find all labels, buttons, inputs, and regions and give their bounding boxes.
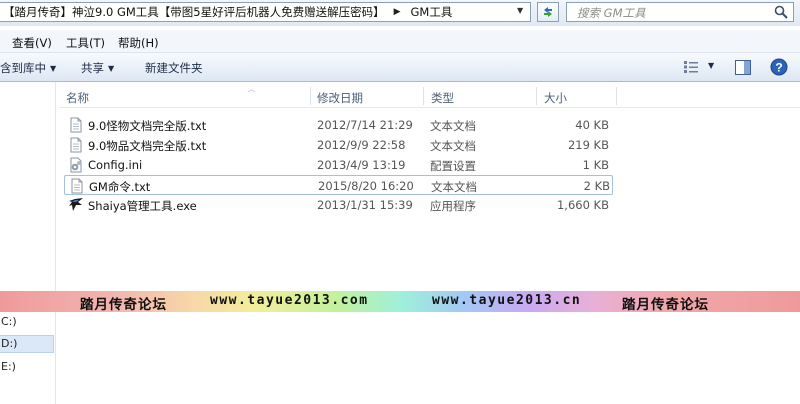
command-toolbar: 含到库中 ▼ 共享 ▼ 新建文件夹 ▼ ? [0, 53, 800, 82]
search-placeholder: 搜索 GM工具 [577, 6, 646, 20]
address-bar-area: 【踏月传奇】神泣9.0 GM工具【带图5星好评后机器人免费赠送解压密码】 ▶ G… [0, 0, 800, 26]
view-list-icon [684, 61, 698, 73]
menu-bar: 查看(V) 工具(T) 帮助(H) [0, 30, 800, 53]
address-bar[interactable]: 【踏月传奇】神泣9.0 GM工具【带图5星好评后机器人免费赠送解压密码】 ▶ G… [0, 2, 531, 22]
text-file-icon [70, 137, 82, 153]
column-divider[interactable] [310, 87, 311, 105]
file-row[interactable]: Shaiya管理工具.exe 2013/1/31 15:39 应用程序 1,66… [64, 195, 613, 215]
include-in-library-label: 含到库中 [0, 61, 46, 75]
file-name: Config.ini [88, 158, 143, 172]
preview-pane-icon [735, 59, 751, 75]
file-name: GM命令.txt [89, 180, 151, 194]
file-name: 9.0物品文档完全版.txt [88, 139, 207, 153]
drive-e[interactable]: E:) [1, 360, 16, 373]
column-name[interactable]: 名称 [66, 90, 89, 106]
column-type[interactable]: 类型 [431, 90, 454, 106]
app-icon [69, 198, 83, 211]
file-row-selected[interactable]: GM命令.txt 2015/8/20 16:20 文本文档 2 KB [64, 175, 613, 195]
file-size: 40 KB [575, 118, 609, 132]
drive-c[interactable]: C:) [1, 315, 17, 328]
column-divider[interactable] [536, 87, 537, 105]
column-header: ︿ 名称 修改日期 类型 大小 [60, 85, 800, 108]
banner-url-com: www.tayue2013.com [210, 293, 369, 308]
address-dropdown-icon[interactable]: ▼ [517, 6, 523, 15]
refresh-button[interactable] [537, 2, 559, 22]
help-button[interactable]: ? [770, 58, 788, 76]
svg-text:?: ? [775, 61, 782, 75]
column-date-modified[interactable]: 修改日期 [317, 90, 363, 106]
banner-url-cn: www.tayue2013.cn [432, 293, 582, 308]
view-options-button[interactable] [682, 58, 700, 76]
file-name: 9.0怪物文档完全版.txt [88, 119, 207, 133]
file-row[interactable]: 9.0怪物文档完全版.txt 2012/7/14 21:29 文本文档 40 K… [64, 115, 613, 135]
file-size: 219 KB [567, 138, 609, 152]
file-date: 2013/1/31 15:39 [317, 198, 413, 212]
drive-d-label: D:) [1, 337, 18, 350]
file-date: 2013/4/9 13:19 [317, 158, 406, 172]
menu-help[interactable]: 帮助(H) [118, 35, 159, 51]
column-size[interactable]: 大小 [544, 90, 567, 106]
file-type: 文本文档 [431, 180, 477, 194]
share-label: 共享 [81, 61, 104, 75]
refresh-icon [544, 7, 552, 17]
file-type: 文本文档 [430, 139, 476, 153]
file-date: 2012/9/9 22:58 [317, 138, 406, 152]
breadcrumb-parent[interactable]: 【踏月传奇】神泣9.0 GM工具【带图5星好评后机器人免费赠送解压密码】 [0, 4, 385, 20]
settings-file-icon [70, 157, 82, 173]
drive-d-selected[interactable]: D:) [0, 335, 54, 353]
preview-pane-button[interactable] [734, 58, 752, 76]
file-row[interactable]: 9.0物品文档完全版.txt 2012/9/9 22:58 文本文档 219 K… [64, 135, 613, 155]
new-folder-button[interactable]: 新建文件夹 [145, 60, 203, 76]
file-type: 应用程序 [430, 199, 476, 213]
text-file-icon [70, 117, 82, 133]
file-size: 2 KB [583, 179, 610, 193]
search-input[interactable]: 搜索 GM工具 [566, 2, 794, 22]
file-date: 2012/7/14 21:29 [317, 118, 413, 132]
breadcrumb-current[interactable]: GM工具 [408, 4, 453, 20]
share-button[interactable]: 共享 ▼ [81, 60, 114, 76]
file-type: 文本文档 [430, 119, 476, 133]
breadcrumb-separator-icon[interactable]: ▶ [394, 7, 401, 17]
search-icon[interactable] [774, 5, 788, 19]
file-name: Shaiya管理工具.exe [88, 199, 197, 213]
sort-indicator-icon: ︿ [248, 85, 255, 93]
chevron-down-icon: ▼ [108, 64, 115, 73]
view-dropdown-icon[interactable]: ▼ [708, 61, 714, 70]
chevron-down-icon: ▼ [50, 64, 57, 73]
banner-forum-text-right: 踏月传奇论坛 [622, 297, 709, 313]
help-icon: ? [770, 58, 788, 76]
file-row[interactable]: Config.ini 2013/4/9 13:19 配置设置 1 KB [64, 155, 613, 175]
column-divider[interactable] [423, 87, 424, 105]
navigation-pane: C:) D:) E:) [0, 82, 56, 404]
column-divider[interactable] [616, 87, 617, 105]
file-date: 2015/8/20 16:20 [318, 179, 414, 193]
banner-forum-text-left: 踏月传奇论坛 [80, 297, 167, 313]
watermark-banner: 踏月传奇论坛 www.tayue2013.com www.tayue2013.c… [0, 291, 800, 313]
file-size: 1 KB [582, 158, 609, 172]
file-type: 配置设置 [430, 159, 476, 173]
menu-view[interactable]: 查看(V) [12, 35, 52, 51]
file-size: 1,660 KB [556, 198, 609, 212]
text-file-icon [71, 178, 83, 194]
include-in-library-button[interactable]: 含到库中 ▼ [0, 60, 56, 76]
menu-tools[interactable]: 工具(T) [66, 35, 105, 51]
